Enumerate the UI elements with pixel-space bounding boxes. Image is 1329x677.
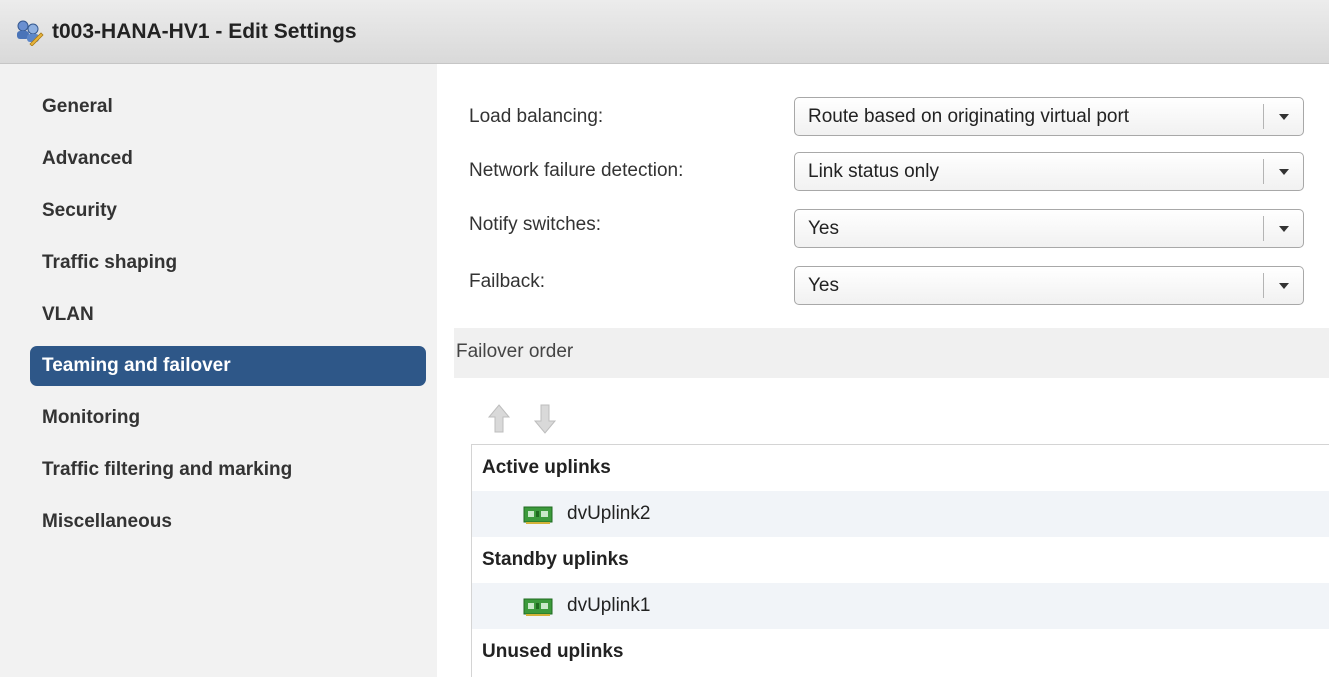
network-settings-icon: [17, 20, 44, 46]
load-balancing-select[interactable]: Route based on originating virtual port: [794, 97, 1304, 136]
unused-uplinks-header: Unused uplinks: [472, 629, 1329, 675]
window-title: t003-HANA-HV1 - Edit Settings: [52, 19, 357, 43]
load-balancing-label: Load balancing:: [469, 106, 604, 127]
sidebar-item-traffic-filtering[interactable]: Traffic filtering and marking: [30, 450, 426, 490]
uplinks-list: Active uplinks dvUplink2 Standby uplinks…: [471, 444, 1329, 677]
chevron-down-icon[interactable]: [1264, 210, 1303, 247]
sidebar-item-teaming-and-failover[interactable]: Teaming and failover: [30, 346, 426, 386]
arrow-down-icon[interactable]: [533, 402, 557, 436]
network-adapter-icon: [523, 598, 553, 616]
teaming-failover-panel: Load balancing: Route based on originati…: [437, 64, 1329, 677]
sidebar-item-monitoring[interactable]: Monitoring: [30, 398, 426, 438]
sidebar-item-general[interactable]: General: [30, 87, 426, 127]
uplink-row-dvuplink1[interactable]: dvUplink1: [472, 583, 1329, 629]
uplink-name: dvUplink2: [567, 503, 651, 524]
network-failure-detection-value: Link status only: [808, 161, 939, 182]
uplink-row-dvuplink2[interactable]: dvUplink2: [472, 491, 1329, 537]
notify-switches-value: Yes: [808, 218, 839, 239]
failback-label: Failback:: [469, 271, 546, 292]
sidebar-item-security[interactable]: Security: [30, 191, 426, 231]
sidebar-item-traffic-shaping[interactable]: Traffic shaping: [30, 243, 426, 283]
uplink-name: dvUplink1: [567, 595, 651, 616]
chevron-down-icon[interactable]: [1264, 153, 1303, 190]
network-adapter-icon: [523, 506, 553, 524]
arrow-up-icon[interactable]: [487, 402, 511, 436]
load-balancing-value: Route based on originating virtual port: [808, 106, 1130, 127]
network-failure-detection-label: Network failure detection:: [469, 160, 684, 181]
settings-sidebar: General Advanced Security Traffic shapin…: [0, 64, 437, 677]
active-uplinks-header: Active uplinks: [472, 445, 1329, 491]
window-titlebar: t003-HANA-HV1 - Edit Settings: [0, 0, 1329, 64]
sidebar-item-advanced[interactable]: Advanced: [30, 139, 426, 179]
failover-order-header: Failover order: [454, 328, 1329, 378]
sidebar-item-miscellaneous[interactable]: Miscellaneous: [30, 502, 426, 542]
notify-switches-label: Notify switches:: [469, 214, 601, 235]
sidebar-item-vlan[interactable]: VLAN: [30, 295, 426, 335]
failover-order-title: Failover order: [456, 341, 574, 362]
standby-uplinks-header: Standby uplinks: [472, 537, 1329, 583]
network-failure-detection-select[interactable]: Link status only: [794, 152, 1304, 191]
chevron-down-icon[interactable]: [1264, 98, 1303, 135]
failback-value: Yes: [808, 275, 839, 296]
chevron-down-icon[interactable]: [1264, 267, 1303, 304]
notify-switches-select[interactable]: Yes: [794, 209, 1304, 248]
failback-select[interactable]: Yes: [794, 266, 1304, 305]
